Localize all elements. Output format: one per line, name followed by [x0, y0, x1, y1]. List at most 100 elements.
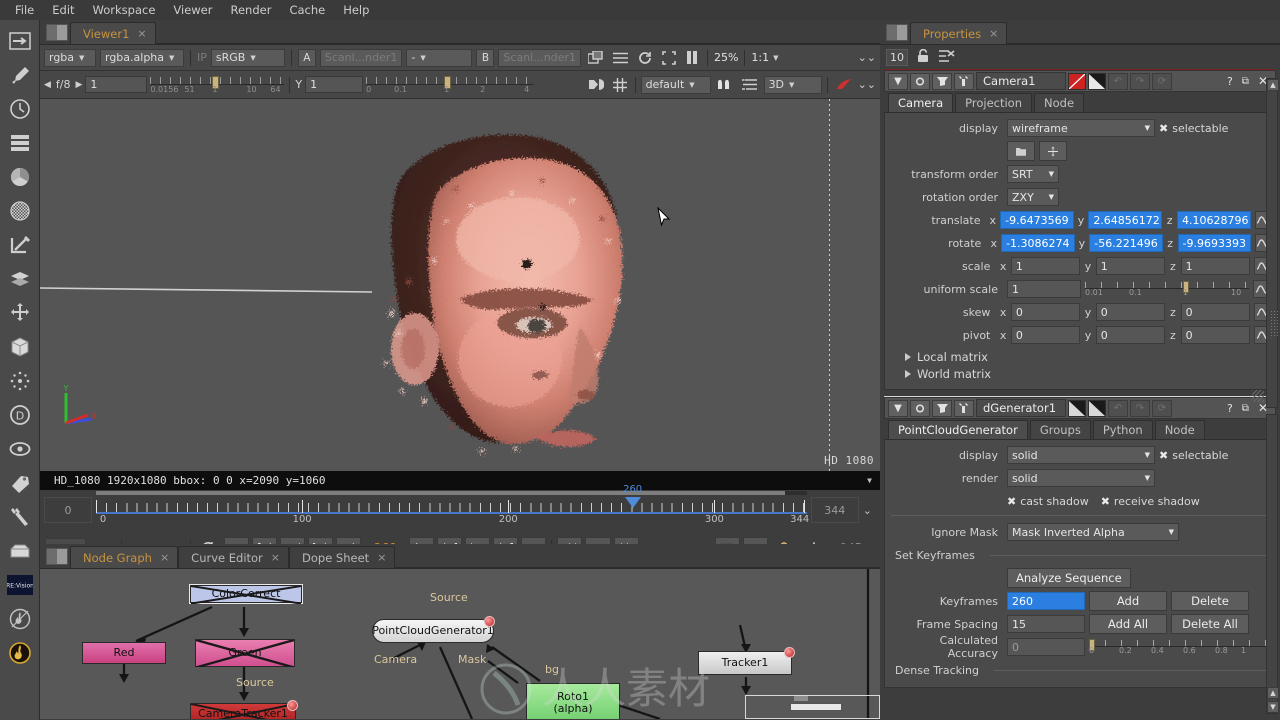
undo-icon[interactable]: ↶ [1108, 72, 1128, 90]
tab-dope-sheet[interactable]: Dope Sheet × [289, 546, 396, 568]
view-mode-select[interactable]: 3D ▼ [763, 75, 822, 94]
wrench-icon[interactable] [954, 72, 974, 90]
channel-node-icon[interactable] [5, 128, 35, 158]
particles-node-icon[interactable] [5, 366, 35, 396]
pivot-z-input[interactable]: 0 [1180, 326, 1250, 344]
node-color-swatch[interactable] [1068, 72, 1086, 90]
pcg-panel-scrollbar[interactable]: ▲ ▼ [1266, 414, 1279, 714]
toolbar-overflow-icon[interactable]: ⌄⌄ [858, 51, 876, 64]
input-b-select[interactable]: Scanl...nder1 [498, 48, 581, 67]
chevron-down-icon[interactable]: ▼ [867, 476, 872, 485]
node-green[interactable]: Green [195, 639, 295, 668]
panel-grip-icon[interactable] [46, 24, 68, 41]
keyer-node-icon[interactable] [5, 230, 35, 260]
input-a-label[interactable]: A [297, 48, 316, 67]
accuracy-slider[interactable]: 0 0.2 0.4 0.6 0.8 1 [1089, 638, 1269, 656]
scale-x-input[interactable]: 1 [1010, 257, 1081, 275]
menu-item-edit[interactable]: Edit [43, 1, 83, 19]
tab-node[interactable]: Node [1154, 420, 1205, 439]
transform-order-select[interactable]: SRT ▼ [1007, 165, 1059, 183]
redo-icon[interactable]: ↷ [1130, 72, 1150, 90]
rotate-y-input[interactable]: -56.221496 [1089, 234, 1163, 252]
panel-grip-icon[interactable] [46, 548, 68, 565]
scroll-down-icon[interactable]: ▼ [1267, 701, 1279, 713]
color-node-icon[interactable] [5, 162, 35, 192]
roi-icon[interactable] [659, 50, 679, 65]
mask-icon[interactable] [932, 399, 952, 417]
menu-item-file[interactable]: File [6, 1, 43, 19]
tab-python[interactable]: Python [1092, 420, 1153, 439]
views-node-icon[interactable] [5, 434, 35, 464]
display-select[interactable]: wireframe ▼ [1007, 119, 1155, 137]
accuracy-input[interactable]: 0 [1007, 638, 1085, 656]
merge-node-icon[interactable] [5, 264, 35, 294]
ignore-mask-select[interactable]: Mask Inverted Alpha ▼ [1007, 523, 1179, 541]
clipwarning-icon[interactable] [584, 78, 607, 91]
menu-item-viewer[interactable]: Viewer [164, 1, 221, 19]
help-icon[interactable]: ? [1223, 402, 1237, 415]
folder-icon[interactable] [1007, 141, 1035, 161]
translate-x-input[interactable]: -9.6473569 [1000, 211, 1074, 229]
3d-node-icon[interactable] [5, 332, 35, 362]
viewer-3d-canvas[interactable]: Y X HD 1080 [40, 99, 880, 471]
pcg-node-name[interactable]: dGenerator1 [976, 399, 1066, 417]
pixel-ratio[interactable]: 1:1 [751, 51, 769, 64]
close-icon[interactable]: × [989, 27, 998, 40]
camera-panel-scrollbar[interactable]: ▲ [1266, 78, 1279, 408]
cast-shadow-checkbox[interactable]: ✖ cast shadow [1007, 495, 1089, 508]
add-all-button[interactable]: Add All [1089, 614, 1167, 634]
timeline-scrollbar[interactable] [96, 491, 807, 495]
layer-select[interactable]: rgba.alpha ▼ [100, 48, 184, 67]
node-pointcloudgenerator1[interactable]: PointCloudGenerator1 [372, 616, 495, 643]
analyze-sequence-button[interactable]: Analyze Sequence [1007, 568, 1131, 588]
uniform-scale-input[interactable]: 1 [1007, 280, 1081, 298]
playhead[interactable] [624, 497, 641, 508]
close-icon[interactable]: × [137, 27, 146, 40]
input-b-label[interactable]: B [476, 48, 495, 67]
grid-icon[interactable] [610, 77, 630, 92]
local-matrix-disclosure[interactable]: Local matrix [891, 348, 1269, 365]
error-badge-icon[interactable] [287, 700, 298, 711]
world-matrix-disclosure[interactable]: World matrix [891, 365, 1269, 382]
timeline-track[interactable]: 0 100 200 300 344 260 [96, 484, 809, 529]
node-tracker1[interactable]: Tracker1 [698, 647, 795, 675]
furnace-icon[interactable] [5, 604, 35, 634]
toolsets-node-icon[interactable] [5, 502, 35, 532]
node-red[interactable]: Red [82, 642, 166, 664]
pcg-render-select[interactable]: solid ▼ [1007, 469, 1155, 487]
panel-resize-dots[interactable] [1270, 310, 1278, 336]
blend-select[interactable]: - ▼ [406, 48, 473, 67]
time-node-icon[interactable] [5, 94, 35, 124]
undo-icon[interactable]: ↶ [1108, 399, 1128, 417]
scroll-up-icon[interactable]: ▲ [1267, 687, 1279, 699]
delete-all-button[interactable]: Delete All [1171, 614, 1249, 634]
gain-next-icon[interactable]: ▶ [76, 80, 83, 90]
float-icon[interactable]: ⧉ [1239, 403, 1252, 414]
pivot-y-input[interactable]: 0 [1095, 326, 1166, 344]
tab-pointcloudgenerator[interactable]: PointCloudGenerator [888, 420, 1028, 439]
node-mini[interactable] [790, 703, 842, 711]
tab-viewer1[interactable]: Viewer1 × [70, 22, 156, 44]
revert-icon[interactable]: ⟳ [1152, 399, 1172, 417]
postage-stamp-icon[interactable] [910, 399, 930, 417]
axis-snap-icon[interactable] [1039, 141, 1067, 161]
add-keyframe-button[interactable]: Add [1089, 591, 1167, 611]
timeline-in-frame[interactable]: 0 [44, 497, 92, 523]
rotation-order-select[interactable]: ZXY ▼ [1007, 188, 1059, 206]
viewer-process-select[interactable]: default ▼ [640, 75, 711, 94]
tile-color-swatch[interactable] [1088, 72, 1106, 90]
menu-item-workspace[interactable]: Workspace [84, 1, 165, 19]
translate-z-input[interactable]: 4.10628796 [1177, 211, 1251, 229]
pcg-display-select[interactable]: solid ▼ [1007, 446, 1155, 464]
wrench-icon[interactable] [954, 399, 974, 417]
translate-y-input[interactable]: 2.64856172 [1088, 211, 1163, 229]
pivot-x-input[interactable]: 0 [1010, 326, 1081, 344]
lock-icon[interactable] [916, 48, 931, 66]
redo-icon[interactable]: ↷ [1130, 399, 1150, 417]
skew-z-input[interactable]: 0 [1180, 303, 1250, 321]
gamma-input[interactable]: 1 [305, 76, 364, 93]
stereo-icon[interactable] [714, 78, 736, 91]
receive-shadow-checkbox[interactable]: ✖ receive shadow [1101, 495, 1200, 508]
revert-icon[interactable]: ⟳ [1152, 72, 1172, 90]
colorspace-select[interactable]: sRGB ▼ [210, 48, 285, 67]
